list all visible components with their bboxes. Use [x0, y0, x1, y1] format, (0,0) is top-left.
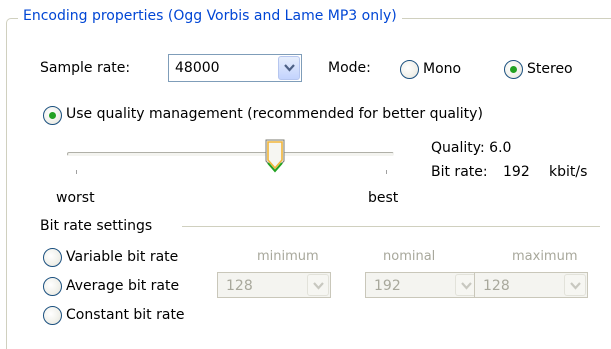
- stereo-radio[interactable]: [504, 60, 523, 79]
- sample-rate-value: 48000: [175, 60, 220, 76]
- chevron-down-icon[interactable]: [564, 274, 586, 296]
- bitrate-label: Bit rate:: [431, 164, 488, 180]
- slider-thumb-icon[interactable]: [264, 139, 286, 177]
- average-bitrate-radio[interactable]: [43, 277, 62, 296]
- bitrate-value: 192: [503, 164, 530, 180]
- quality-management-radio[interactable]: [43, 106, 62, 125]
- bitrate-settings-heading: Bit rate settings: [40, 218, 153, 234]
- stereo-label[interactable]: Stereo: [527, 61, 573, 77]
- sample-rate-select[interactable]: 48000: [168, 54, 302, 82]
- chevron-down-icon[interactable]: [278, 56, 300, 80]
- constant-bitrate-radio[interactable]: [43, 306, 62, 325]
- quality-management-label[interactable]: Use quality management (recommended for …: [66, 106, 483, 122]
- group-title: Encoding properties (Ogg Vorbis and Lame…: [18, 8, 402, 24]
- quality-slider-track[interactable]: [67, 152, 394, 156]
- minimum-label: minimum: [257, 249, 319, 264]
- nominal-value: 192: [374, 278, 401, 294]
- nominal-select[interactable]: 192: [365, 272, 479, 298]
- mode-label: Mode:: [328, 60, 371, 76]
- bitrate-unit: kbit/s: [549, 164, 588, 180]
- chevron-down-icon[interactable]: [307, 274, 329, 296]
- average-bitrate-label[interactable]: Average bit rate: [66, 278, 179, 294]
- slider-min-label: worst: [56, 190, 95, 206]
- maximum-select[interactable]: 128: [474, 272, 588, 298]
- minimum-select[interactable]: 128: [217, 272, 331, 298]
- variable-bitrate-label[interactable]: Variable bit rate: [66, 249, 178, 265]
- slider-max-label: best: [368, 190, 399, 206]
- slider-tick-max: [386, 170, 387, 174]
- mono-radio[interactable]: [400, 60, 419, 79]
- slider-tick-min: [76, 170, 77, 174]
- mono-label[interactable]: Mono: [423, 61, 461, 77]
- nominal-label: nominal: [383, 249, 436, 264]
- maximum-label: maximum: [512, 249, 578, 264]
- constant-bitrate-label[interactable]: Constant bit rate: [66, 307, 185, 323]
- quality-readout: Quality: 6.0: [431, 140, 512, 156]
- sample-rate-label: Sample rate:: [40, 60, 131, 76]
- bitrate-settings-divider: [182, 226, 600, 227]
- variable-bitrate-radio[interactable]: [43, 248, 62, 267]
- minimum-value: 128: [226, 278, 253, 294]
- maximum-value: 128: [483, 278, 510, 294]
